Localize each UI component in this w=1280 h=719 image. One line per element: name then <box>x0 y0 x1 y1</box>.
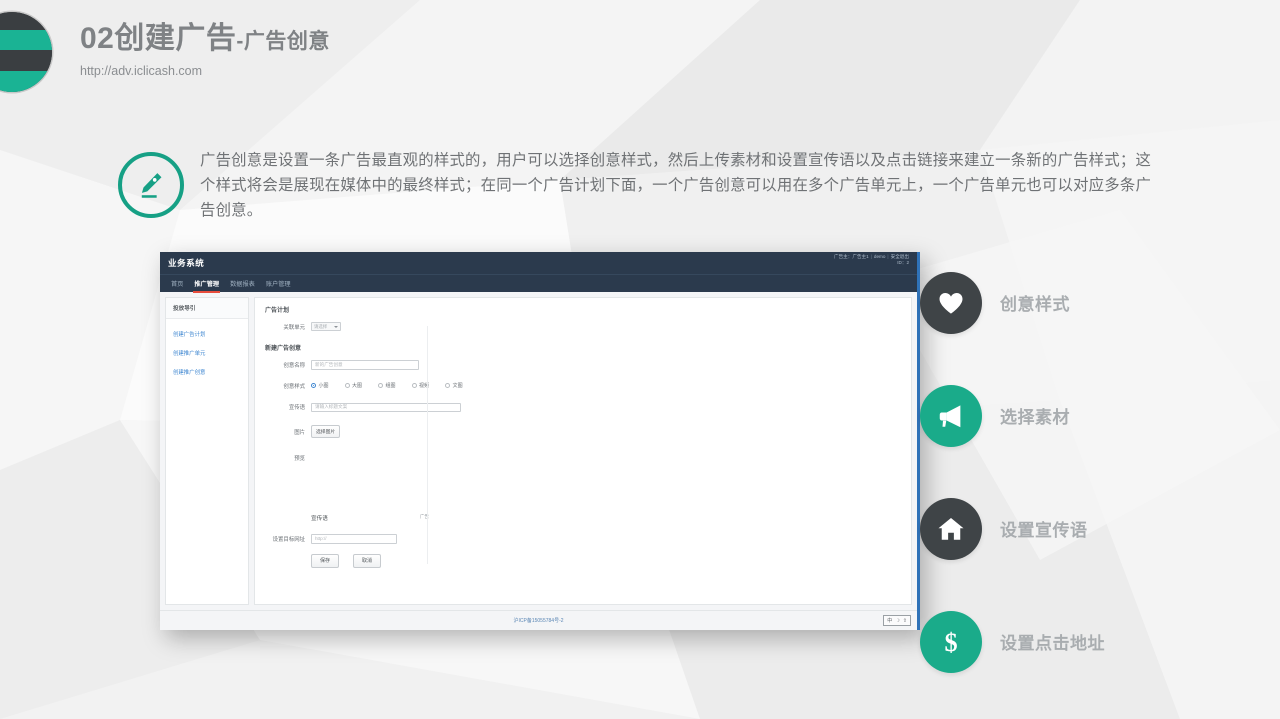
page-title-sub: -广告创意 <box>236 30 330 53</box>
step-set-slogan: 设置宣传语 <box>920 472 1105 585</box>
step-label-creative-style: 创意样式 <box>1000 290 1070 315</box>
ime-toolbar[interactable]: 中 ☽ ⇧ <box>883 615 911 626</box>
step-select-material: 选择素材 <box>920 359 1105 472</box>
sidebar-title: 投放导引 <box>166 298 248 319</box>
app-body: 投放导引 创建广告计划 创建推广单元 创建推广创意 广告计划 关联单元 请选择 … <box>160 292 917 610</box>
creative-name-input[interactable]: 新的广告创意 <box>311 360 419 370</box>
section-title-plan: 广告计划 <box>255 298 911 314</box>
step-label-set-slogan: 设置宣传语 <box>1000 516 1088 541</box>
icp-license[interactable]: 沪ICP备15055784号-2 <box>513 617 563 624</box>
field-row-preview: 预览 <box>255 438 911 462</box>
ime-moon-icon[interactable]: ☽ <box>895 618 899 624</box>
app-sidebar: 投放导引 创建广告计划 创建推广单元 创建推广创意 <box>165 297 249 605</box>
app-main-panel: 广告计划 关联单元 请选择 新建广告创意 创意名称 新的广告创意 <box>254 297 912 605</box>
account-name[interactable]: demo <box>874 254 886 259</box>
logout-link[interactable]: 安全退出 <box>891 254 909 259</box>
target-url-input[interactable]: http:// <box>311 534 397 544</box>
app-screenshot: 业务系统 广告主：广告主1|demo|安全退出 ID：2 首页 推广管理 数据报… <box>160 252 920 630</box>
field-row-image: 图片 选择图片 <box>255 412 911 438</box>
ime-chinese-icon[interactable]: 中 <box>887 617 892 624</box>
app-userbar: 广告主：广告主1|demo|安全退出 ID：2 <box>834 254 909 266</box>
unit-select-value: 请选择 <box>314 324 327 330</box>
sidebar-item-create-plan[interactable]: 创建广告计划 <box>166 319 248 338</box>
app-topbar: 业务系统 广告主：广告主1|demo|安全退出 ID：2 <box>160 252 917 274</box>
app-window: 业务系统 广告主：广告主1|demo|安全退出 ID：2 首页 推广管理 数据报… <box>160 252 920 630</box>
save-button[interactable]: 保存 <box>311 554 339 568</box>
radio-style-2[interactable]: 组图 <box>378 382 396 389</box>
chevron-down-icon <box>334 326 338 328</box>
home-icon <box>920 498 982 560</box>
step-creative-style: 创意样式 <box>920 246 1105 359</box>
dollar-icon: $ <box>920 611 982 673</box>
name-label: 创意名称 <box>265 361 311 369</box>
app-footer: 沪ICP备15055784号-2 中 ☽ ⇧ <box>160 610 917 630</box>
url-label: 设置目标网址 <box>265 535 311 543</box>
megaphone-icon <box>920 385 982 447</box>
target-url-placeholder: http:// <box>315 536 327 541</box>
preview-label: 预览 <box>265 454 311 462</box>
form-actions: 保存 取消 <box>255 544 911 568</box>
radio-label: 小图 <box>319 382 329 389</box>
field-row-unit: 关联单元 请选择 <box>255 314 911 331</box>
ime-shift-icon[interactable]: ⇧ <box>903 618 907 624</box>
step-badge-list: 创意样式 选择素材 设置宣传语 $ 设置点击地址 <box>920 246 1105 698</box>
cancel-button[interactable]: 取消 <box>353 554 381 568</box>
radio-dot-icon <box>378 383 383 388</box>
step-set-click-url: $ 设置点击地址 <box>920 585 1105 698</box>
radio-style-4[interactable]: 文图 <box>445 382 463 389</box>
app-navbar: 首页 推广管理 数据报表 账户管理 <box>160 274 917 292</box>
slogan-input[interactable]: 请输入标题文案 <box>311 403 461 413</box>
radio-style-1[interactable]: 大图 <box>345 382 363 389</box>
field-row-name: 创意名称 新的广告创意 <box>255 352 911 370</box>
preview-slogan-text: 宣传语 <box>311 514 328 522</box>
panel-divider <box>427 326 428 564</box>
nav-tab-reports[interactable]: 数据报表 <box>229 275 256 293</box>
image-label: 图片 <box>265 428 311 436</box>
field-row-style: 创意样式 小图 大图 组图 视频 文图 <box>255 370 911 390</box>
step-label-set-click-url: 设置点击地址 <box>1000 629 1105 654</box>
slogan-label: 宣传语 <box>265 403 311 411</box>
radio-label: 大图 <box>352 382 362 389</box>
page-title-main: 02创建广告 <box>80 22 236 55</box>
page-title: 02创建广告-广告创意 <box>80 22 330 55</box>
heart-icon <box>920 272 982 334</box>
radio-style-0[interactable]: 小图 <box>311 382 329 389</box>
radio-dot-icon <box>445 383 450 388</box>
unit-label: 关联单元 <box>265 323 311 331</box>
nav-tab-account[interactable]: 账户管理 <box>265 275 292 293</box>
style-radio-group: 小图 大图 组图 视频 文图 <box>311 382 463 389</box>
creative-name-placeholder: 新的广告创意 <box>315 362 343 368</box>
slogan-placeholder: 请输入标题文案 <box>315 404 347 410</box>
advertiser-id: ID：2 <box>897 260 909 265</box>
unit-select[interactable]: 请选择 <box>311 322 341 331</box>
svg-text:$: $ <box>944 628 957 657</box>
radio-dot-icon <box>412 383 417 388</box>
pen-circle-icon <box>118 152 184 218</box>
app-brand: 业务系统 <box>168 257 204 269</box>
page-header: 02创建广告-广告创意 http://adv.iclicash.com <box>80 22 330 78</box>
field-row-url: 设置目标网址 http:// <box>255 522 911 544</box>
nav-tab-home[interactable]: 首页 <box>170 275 184 293</box>
radio-dot-icon <box>345 383 350 388</box>
site-url: http://adv.iclicash.com <box>80 64 330 78</box>
radio-label: 文图 <box>453 382 463 389</box>
section-title-new-creative: 新建广告创意 <box>255 331 911 352</box>
advertiser-name: 广告主：广告主1 <box>834 254 869 259</box>
nav-tab-promotion[interactable]: 推广管理 <box>193 275 220 293</box>
step-label-select-material: 选择素材 <box>1000 403 1070 428</box>
field-row-slogan: 宣传语 请输入标题文案 <box>255 390 911 413</box>
radio-label: 组图 <box>386 382 396 389</box>
sidebar-item-create-creative[interactable]: 创建推广创意 <box>166 357 248 376</box>
sidebar-item-create-unit[interactable]: 创建推广单元 <box>166 338 248 357</box>
intro-text: 广告创意是设置一条广告最直观的样式的，用户可以选择创意样式，然后上传素材和设置宣… <box>200 148 1152 223</box>
intro-block: 广告创意是设置一条广告最直观的样式的，用户可以选择创意样式，然后上传素材和设置宣… <box>118 148 1152 223</box>
style-label: 创意样式 <box>265 382 311 390</box>
radio-dot-icon <box>311 383 316 388</box>
creative-preview: 宣传语 广告 <box>255 462 911 522</box>
choose-image-button[interactable]: 选择图片 <box>311 425 340 438</box>
